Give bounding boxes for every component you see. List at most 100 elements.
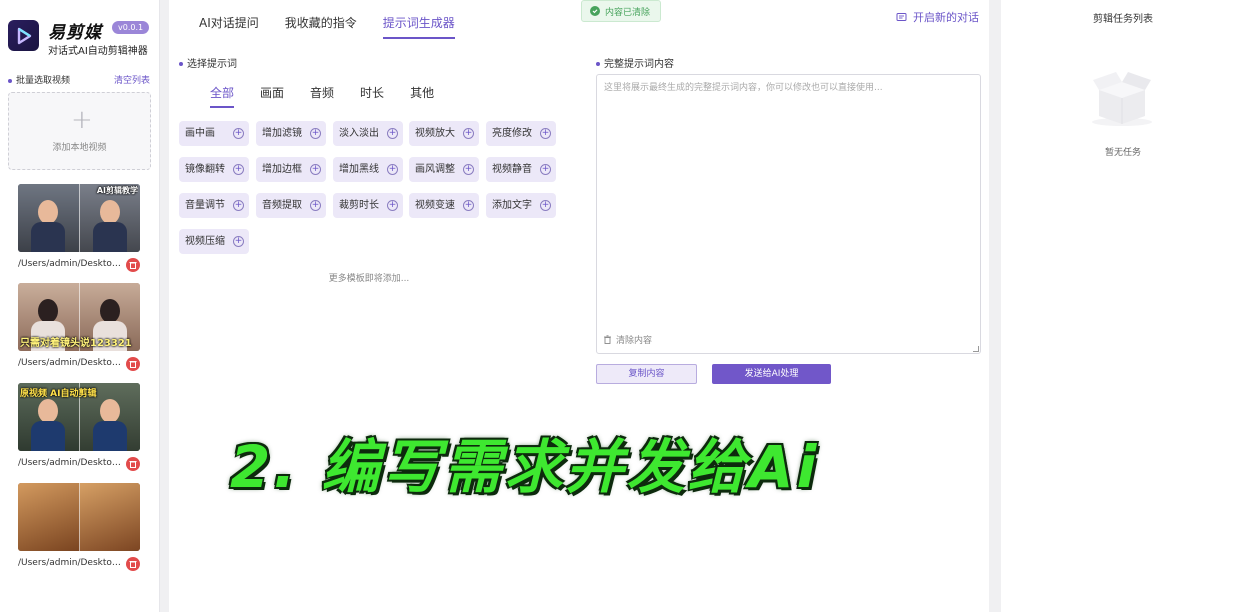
prompt-chip[interactable]: 镜像翻转 + — [179, 157, 249, 182]
chip-label: 视频静音 — [492, 164, 532, 175]
chip-label: 音量调节 — [185, 200, 225, 211]
add-icon: + — [540, 200, 551, 211]
chip-label: 裁剪时长 — [339, 200, 379, 211]
add-icon: + — [387, 164, 398, 175]
delete-video-button[interactable] — [126, 357, 140, 371]
video-item[interactable]: 原视频 AI自动剪辑 /Users/admin/Desktop/... — [18, 383, 142, 471]
chip-label: 画风调整 — [415, 164, 455, 175]
clear-list-link[interactable]: 清空列表 — [114, 73, 150, 86]
video-path: /Users/admin/Desktop/... — [18, 259, 122, 269]
add-local-video-button[interactable]: + 添加本地视频 — [8, 92, 151, 170]
trash-icon — [604, 335, 611, 344]
chat-icon — [896, 12, 907, 21]
video-thumbnail[interactable] — [18, 483, 140, 551]
clear-content-label: 清除内容 — [616, 336, 653, 346]
video-path: /Users/admin/Desktop/... — [18, 558, 122, 568]
prompt-chip[interactable]: 增加黑线 + — [333, 157, 403, 182]
resize-handle[interactable] — [973, 346, 979, 352]
prompt-chip[interactable]: 视频变速 + — [409, 193, 479, 218]
plus-icon: + — [71, 105, 93, 135]
add-icon: + — [310, 128, 321, 139]
add-icon: + — [233, 128, 244, 139]
prompt-categories: 全部 画面 音频 时长 其他 — [210, 84, 460, 108]
prompt-chip[interactable]: 视频放大 + — [409, 121, 479, 146]
thumbnail-caption: 只需对着镜头说123321 — [20, 338, 132, 349]
prompt-chip[interactable]: 音量调节 + — [179, 193, 249, 218]
video-thumbnail[interactable]: AI剪辑教学 — [18, 184, 140, 252]
category-other[interactable]: 其他 — [410, 84, 434, 108]
category-audio[interactable]: 音频 — [310, 84, 334, 108]
tab-prompt-generator[interactable]: 提示词生成器 — [382, 14, 455, 39]
video-thumbnail[interactable]: 原视频 AI自动剪辑 — [18, 383, 140, 451]
prompt-chip[interactable]: 视频静音 + — [486, 157, 556, 182]
task-list-title: 剪辑任务列表 — [1093, 14, 1153, 25]
send-to-ai-button[interactable]: 发送给AI处理 — [712, 364, 831, 384]
prompt-chip[interactable]: 淡入淡出 + — [333, 121, 403, 146]
trash-icon — [129, 561, 137, 568]
category-visual[interactable]: 画面 — [260, 84, 284, 108]
copy-content-button[interactable]: 复制内容 — [596, 364, 697, 384]
select-prompt-title: 选择提示词 — [179, 55, 237, 70]
prompt-chip[interactable]: 画风调整 + — [409, 157, 479, 182]
toast-text: 内容已清除 — [605, 7, 651, 18]
chip-label: 镜像翻转 — [185, 164, 225, 175]
video-thumbnail[interactable]: 只需对着镜头说123321 — [18, 283, 140, 351]
prompt-content-textarea[interactable] — [597, 75, 980, 353]
prompt-chip[interactable]: 添加文字 + — [486, 193, 556, 218]
chip-label: 增加滤镜 — [262, 128, 302, 139]
delete-video-button[interactable] — [126, 457, 140, 471]
check-icon — [590, 6, 600, 16]
video-item[interactable]: AI剪辑教学 /Users/admin/Desktop/... — [18, 184, 142, 272]
more-templates-note: 更多模板即将添加... — [328, 274, 410, 284]
tab-favorite-commands[interactable]: 我收藏的指令 — [285, 14, 357, 39]
chip-label: 增加边框 — [262, 164, 302, 175]
prompt-chip[interactable]: 增加边框 + — [256, 157, 326, 182]
chip-label: 亮度修改 — [492, 128, 532, 139]
video-item[interactable]: 只需对着镜头说123321 /Users/admin/Desktop/... — [18, 283, 142, 371]
add-icon: + — [387, 128, 398, 139]
delete-video-button[interactable] — [126, 557, 140, 571]
add-icon: + — [233, 236, 244, 247]
thumbnail-caption: 原视频 AI自动剪辑 — [20, 389, 97, 399]
brand: 易剪媒 v0.0.1 对话式AI自动剪辑神器 — [8, 18, 158, 58]
empty-box-icon — [1092, 72, 1152, 126]
chip-label: 视频放大 — [415, 128, 455, 139]
add-icon: + — [540, 128, 551, 139]
chip-label: 视频压缩 — [185, 236, 225, 247]
prompt-chip[interactable]: 裁剪时长 + — [333, 193, 403, 218]
tutorial-caption: 2. 编写需求并发给Ai — [230, 433, 820, 501]
prompt-chip[interactable]: 视频压缩 + — [179, 229, 249, 254]
add-icon: + — [233, 200, 244, 211]
content-cleared-toast: 内容已清除 — [581, 0, 662, 22]
video-path: /Users/admin/Desktop/... — [18, 458, 122, 468]
chip-label: 增加黑线 — [339, 164, 379, 175]
add-icon: + — [463, 128, 474, 139]
chip-label: 画中画 — [185, 128, 215, 139]
add-icon: + — [310, 200, 321, 211]
prompt-chip[interactable]: 亮度修改 + — [486, 121, 556, 146]
tab-ai-chat[interactable]: AI对话提问 — [199, 14, 259, 39]
trash-icon — [129, 361, 137, 368]
chip-label: 添加文字 — [492, 200, 532, 211]
app-subtitle: 对话式AI自动剪辑神器 — [48, 46, 148, 57]
video-sidebar: 易剪媒 v0.0.1 对话式AI自动剪辑神器 批量选取视频 清空列表 + 添加本… — [0, 0, 160, 612]
delete-video-button[interactable] — [126, 258, 140, 272]
thumbnail-caption: AI剪辑教学 — [96, 186, 138, 195]
category-all[interactable]: 全部 — [210, 84, 235, 108]
main-panel: AI对话提问 我收藏的指令 提示词生成器 内容已清除 开启新的对话 选择提示词 … — [169, 0, 989, 612]
add-icon: + — [540, 164, 551, 175]
batch-select-label: 批量选取视频 — [8, 73, 70, 86]
category-duration[interactable]: 时长 — [360, 84, 384, 108]
trash-icon — [129, 461, 137, 468]
add-icon: + — [233, 164, 244, 175]
task-panel: 剪辑任务列表 暂无任务 — [1001, 0, 1248, 612]
clear-content-button[interactable]: 清除内容 — [603, 333, 652, 346]
app-name: 易剪媒 — [48, 23, 102, 43]
video-item[interactable]: /Users/admin/Desktop/... — [18, 483, 142, 571]
new-chat-button[interactable]: 开启新的对话 — [896, 9, 979, 25]
prompt-chip[interactable]: 增加滤镜 + — [256, 121, 326, 146]
version-badge: v0.0.1 — [112, 21, 150, 34]
prompt-chip[interactable]: 画中画 + — [179, 121, 249, 146]
prompt-chip[interactable]: 音频提取 + — [256, 193, 326, 218]
add-local-video-label: 添加本地视频 — [52, 143, 107, 153]
